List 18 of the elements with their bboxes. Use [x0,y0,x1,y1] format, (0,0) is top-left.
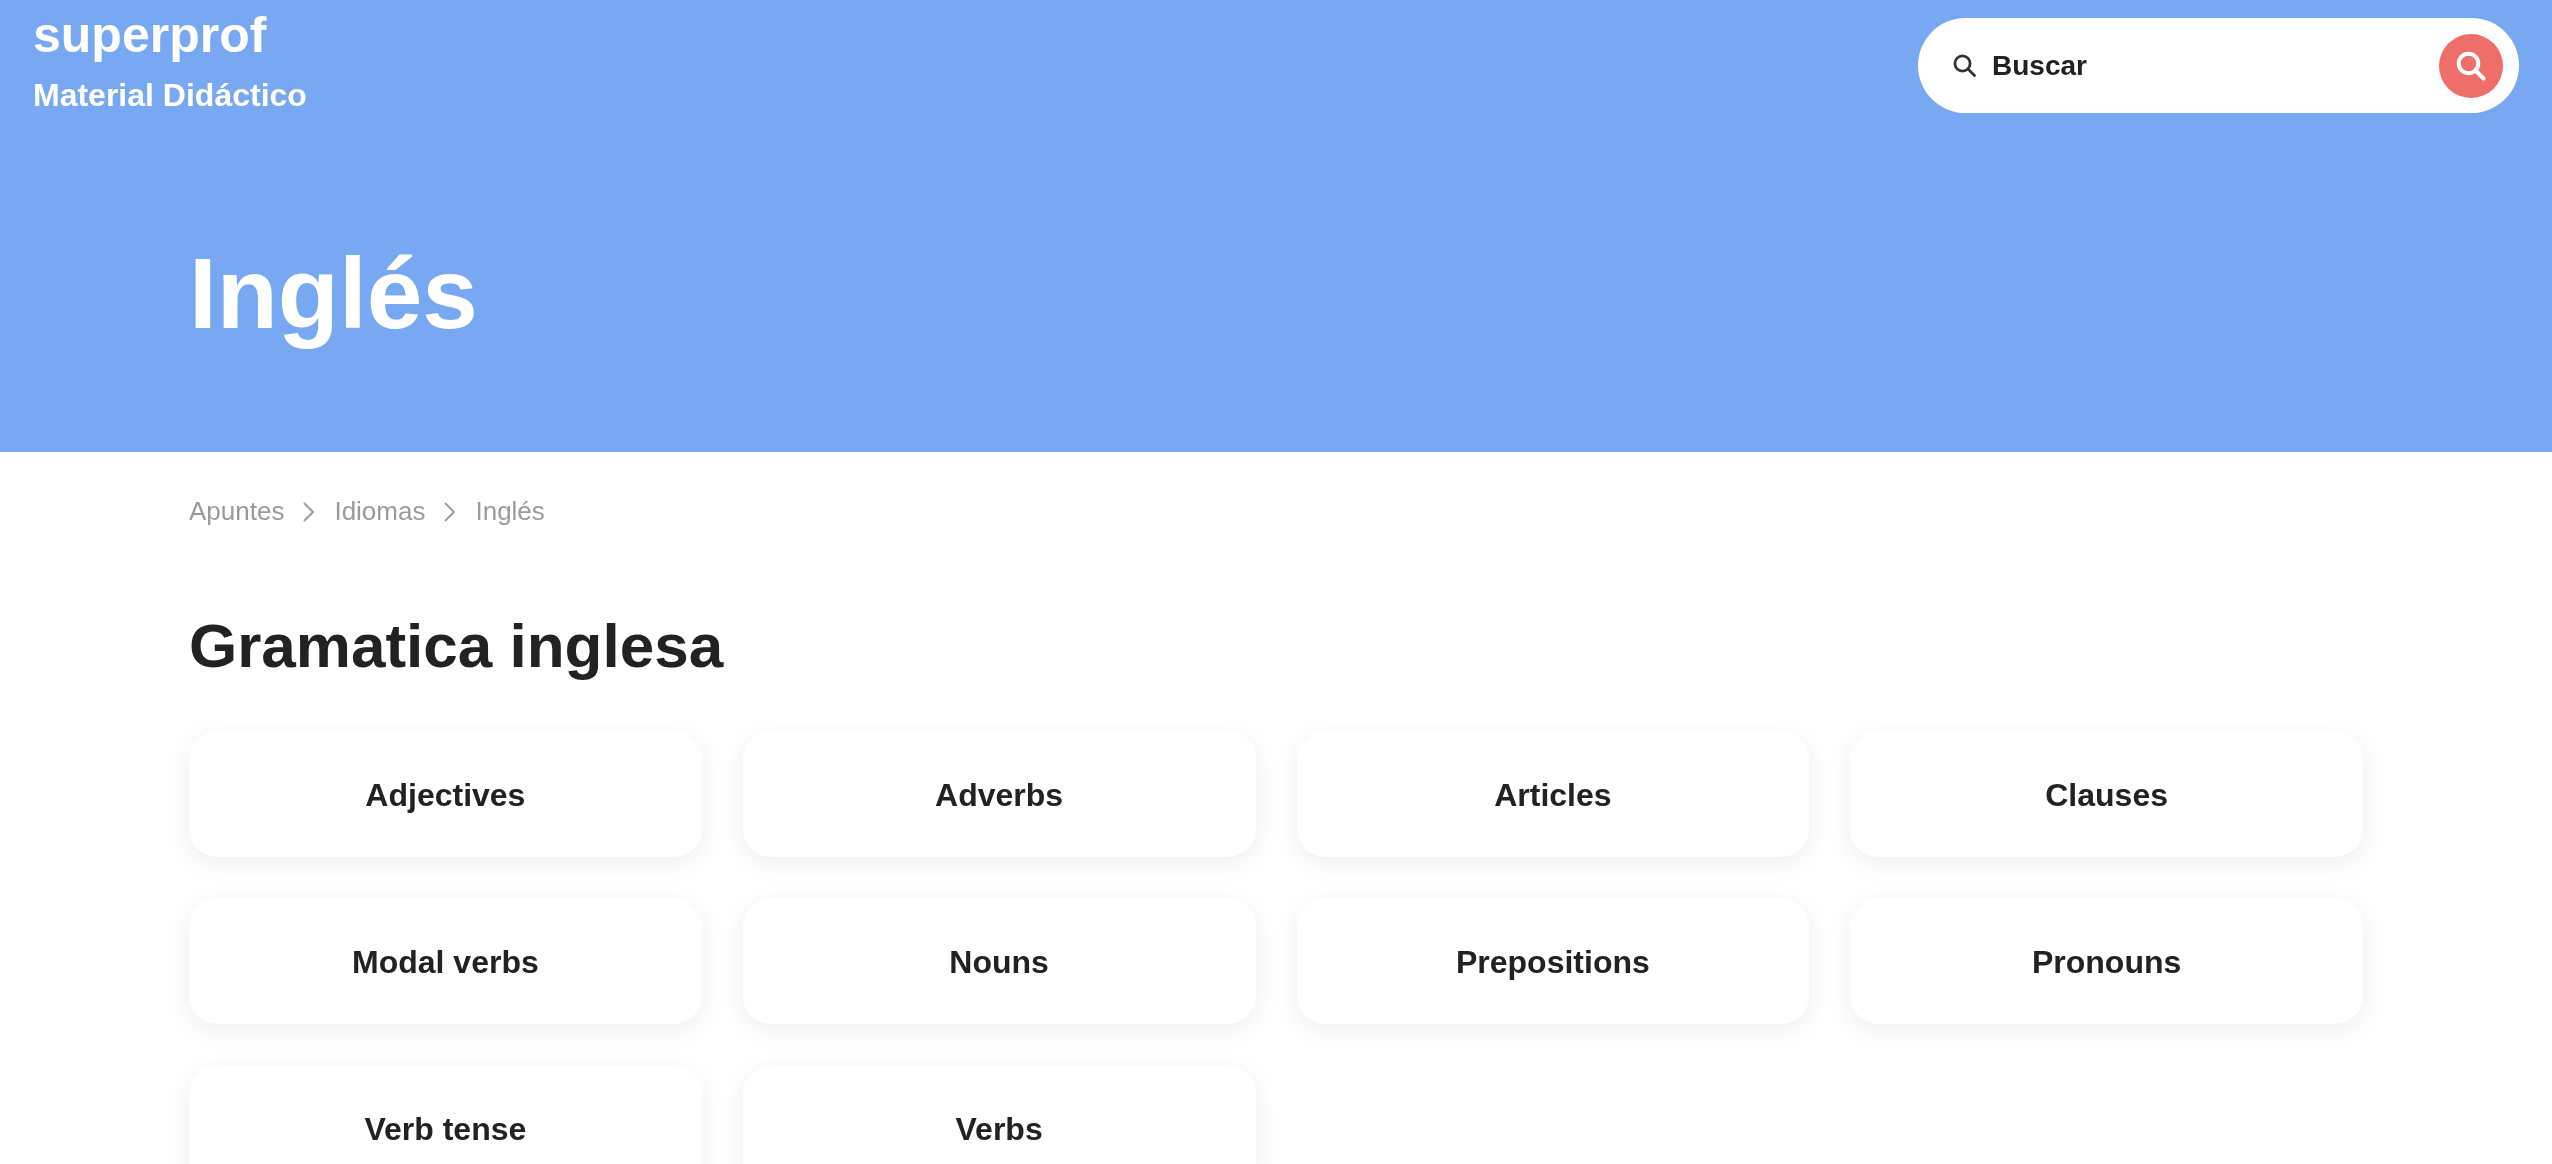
topic-card[interactable]: Modal verbs [189,898,702,1024]
page-title: Inglés [189,236,478,351]
topic-card[interactable]: Verb tense [189,1065,702,1164]
topic-card[interactable]: Articles [1296,731,1810,857]
search-field[interactable]: Buscar [1918,18,2519,113]
topic-card[interactable]: Prepositions [1296,898,1810,1024]
topic-card[interactable]: Adjectives [189,731,702,857]
search-icon [1953,54,1976,77]
section-heading: Gramatica inglesa [189,610,724,682]
chevron-right-icon [444,501,457,522]
topic-card[interactable]: Nouns [742,898,1256,1024]
chevron-right-icon [303,501,316,522]
topic-card[interactable]: Pronouns [1850,898,2363,1024]
topic-card[interactable]: Verbs [742,1065,1256,1164]
topic-card[interactable]: Adverbs [742,731,1256,857]
topic-card[interactable]: Clauses [1850,731,2363,857]
site-subtitle: Material Didáctico [33,76,307,114]
search-icon [2456,51,2486,81]
